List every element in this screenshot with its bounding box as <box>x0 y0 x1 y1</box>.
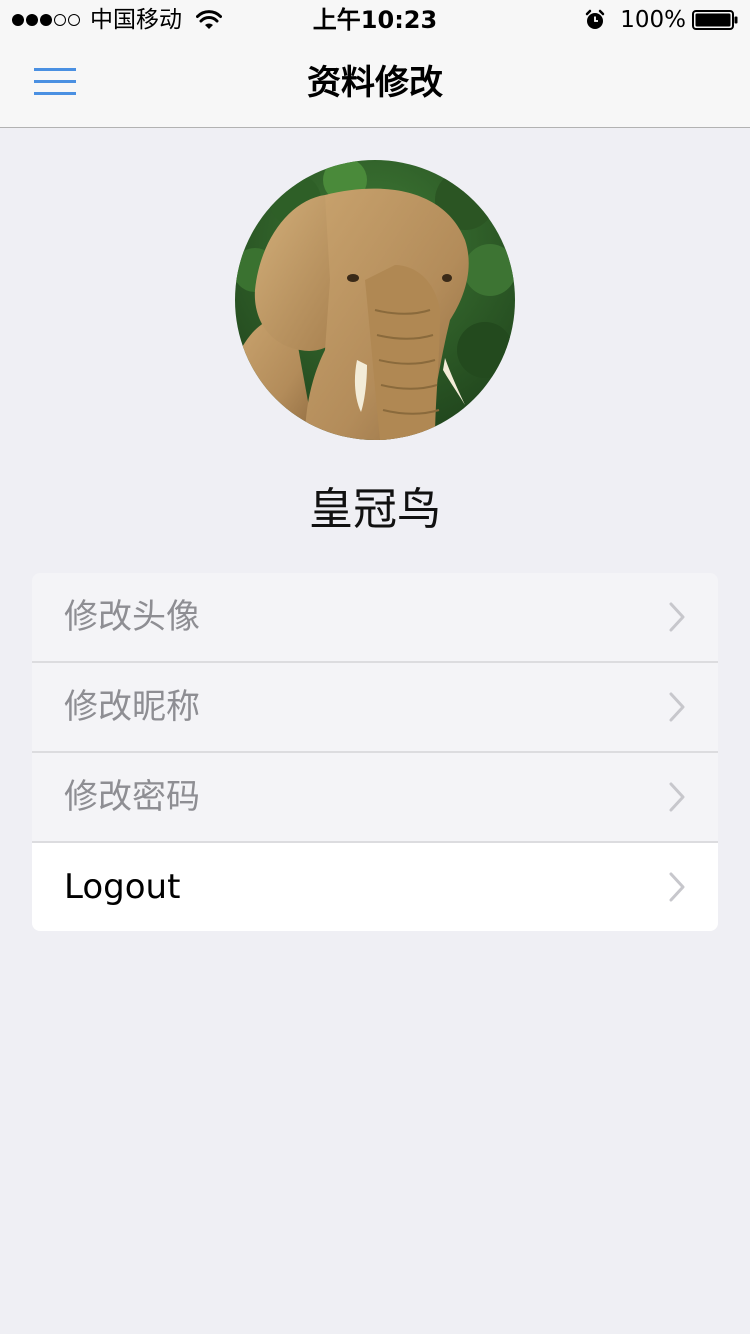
chevron-right-icon <box>669 872 685 902</box>
change-avatar-row[interactable]: 修改头像 <box>32 573 718 663</box>
battery-percent: 100% <box>620 7 686 33</box>
profile-menu-list: 修改头像 修改昵称 修改密码 Logout <box>32 573 718 931</box>
chevron-right-icon <box>669 692 685 722</box>
change-nickname-row[interactable]: 修改昵称 <box>32 663 718 753</box>
chevron-right-icon <box>669 782 685 812</box>
menu-item-label: Logout <box>64 867 181 907</box>
elephant-photo <box>235 160 515 440</box>
alarm-icon <box>585 9 605 29</box>
menu-item-label: 修改昵称 <box>64 687 200 727</box>
battery-icon <box>692 10 738 30</box>
logout-row[interactable]: Logout <box>32 843 718 931</box>
chevron-right-icon <box>669 602 685 632</box>
nickname: 皇冠鸟 <box>309 484 441 535</box>
avatar[interactable] <box>235 160 515 440</box>
status-right: 100% <box>584 6 738 34</box>
menu-item-label: 修改头像 <box>64 597 200 637</box>
page-title: 资料修改 <box>307 63 443 103</box>
menu-item-label: 修改密码 <box>64 777 200 817</box>
change-password-row[interactable]: 修改密码 <box>32 753 718 843</box>
status-bar: 中国移动 上午10:23 100% <box>0 0 750 40</box>
hamburger-menu-icon[interactable] <box>30 64 82 100</box>
navigation-bar: 资料修改 <box>0 40 750 128</box>
